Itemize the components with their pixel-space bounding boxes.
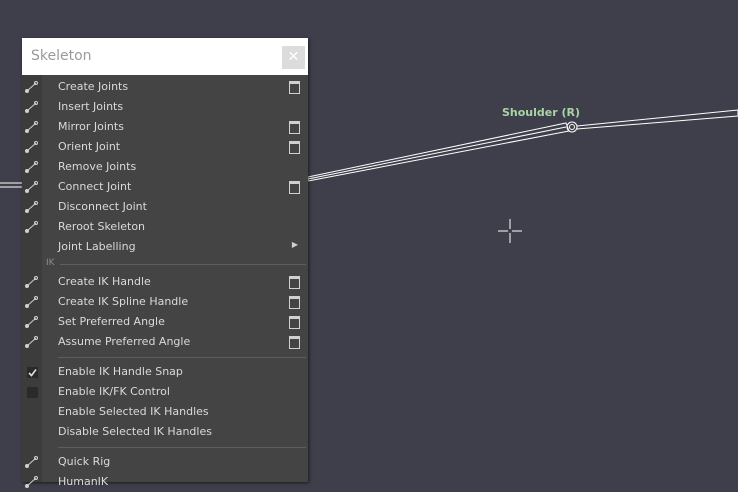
menu-item-label: Set Preferred Angle [58,315,165,328]
ik-handle-icon [25,276,38,288]
bone-forearm [576,109,738,130]
crosshair-cursor-icon [498,219,522,243]
menu-item-joint-labelling[interactable]: Joint Labelling ▶ [22,237,308,257]
close-icon[interactable]: ✕ [282,46,305,69]
menu-item-label: Enable IK Handle Snap [58,365,183,378]
menu-divider [22,352,308,362]
option-box-icon[interactable] [289,181,300,194]
menu-item-label: Disable Selected IK Handles [58,425,212,438]
bone-upper-arm [307,122,570,182]
section-header-ik: IK [22,257,308,272]
option-box-icon[interactable] [289,121,300,134]
option-box-icon[interactable] [289,276,300,289]
menu-item-reroot-skeleton[interactable]: Reroot Skeleton [22,217,308,237]
insert-joints-icon [25,101,38,113]
menu-item-humanik[interactable]: HumanIK [22,472,308,492]
menu-item-label: Disconnect Joint [58,200,147,213]
create-joints-icon [25,81,38,93]
menu-item-label: Joint Labelling [58,240,136,253]
option-box-icon[interactable] [289,81,300,94]
option-box-icon[interactable] [289,316,300,329]
skeleton-menu: Skeleton ✕ Create Joints Insert Joints Mir… [22,38,308,488]
menu-item-label: HumanIK [58,475,109,488]
option-box-icon[interactable] [289,296,300,309]
menu-title: Skeleton [31,48,92,64]
menu-item-label: Mirror Joints [58,120,124,133]
menu-item-disable-selected-ik-handles[interactable]: Disable Selected IK Handles [22,422,308,442]
menu-item-enable-ik-fk-control[interactable]: Enable IK/FK Control [22,382,308,402]
menu-item-quick-rig[interactable]: Quick Rig [22,452,308,472]
menu-item-disconnect-joint[interactable]: Disconnect Joint [22,197,308,217]
assume-angle-icon [25,336,38,348]
menu-item-remove-joints[interactable]: Remove Joints [22,157,308,177]
menu-item-label: Enable IK/FK Control [58,385,170,398]
menu-item-enable-ik-handle-snap[interactable]: Enable IK Handle Snap [22,362,308,382]
menu-item-enable-selected-ik-handles[interactable]: Enable Selected IK Handles [22,402,308,422]
joint-label: Shoulder (R) [502,106,581,119]
menu-item-assume-preferred-angle[interactable]: Assume Preferred Angle [22,332,308,352]
menu-body: Create Joints Insert Joints Mirror Joints O… [22,75,308,488]
submenu-arrow-icon: ▶ [291,240,298,249]
menu-item-create-ik-spline-handle[interactable]: Create IK Spline Handle [22,292,308,312]
menu-divider [22,442,308,452]
menu-item-label: Remove Joints [58,160,137,173]
menu-item-label: Assume Preferred Angle [58,335,191,348]
menu-item-label: Quick Rig [58,455,111,468]
section-label: IK [46,258,55,268]
menu-item-label: Create Joints [58,80,129,93]
quick-rig-icon [25,456,38,468]
mirror-joints-icon [25,121,38,133]
menu-item-label: Create IK Spline Handle [58,295,189,308]
menu-item-set-preferred-angle[interactable]: Set Preferred Angle [22,312,308,332]
option-box-icon[interactable] [289,141,300,154]
menu-item-label: Connect Joint [58,180,132,193]
shoulder-joint [566,121,578,133]
menu-item-create-ik-handle[interactable]: Create IK Handle [22,272,308,292]
humanik-icon [25,476,38,488]
menu-titlebar[interactable]: Skeleton ✕ [22,38,308,75]
set-angle-icon [25,316,38,328]
menu-item-label: Create IK Handle [58,275,151,288]
menu-item-label: Enable Selected IK Handles [58,405,209,418]
menu-item-label: Reroot Skeleton [58,220,146,233]
menu-item-mirror-joints[interactable]: Mirror Joints [22,117,308,137]
reroot-skeleton-icon [25,221,38,233]
connect-joint-icon [25,181,38,193]
menu-item-insert-joints[interactable]: Insert Joints [22,97,308,117]
option-box-icon[interactable] [289,336,300,349]
ik-spline-icon [25,296,38,308]
checkbox-unchecked-icon[interactable] [27,387,38,398]
menu-item-connect-joint[interactable]: Connect Joint [22,177,308,197]
disconnect-joint-icon [25,201,38,213]
menu-item-orient-joint[interactable]: Orient Joint [22,137,308,157]
orient-joint-icon [25,141,38,153]
remove-joints-icon [25,161,38,173]
menu-item-create-joints[interactable]: Create Joints [22,77,308,97]
checkbox-checked-icon[interactable] [27,367,38,378]
menu-item-label: Insert Joints [58,100,124,113]
menu-item-label: Orient Joint [58,140,121,153]
